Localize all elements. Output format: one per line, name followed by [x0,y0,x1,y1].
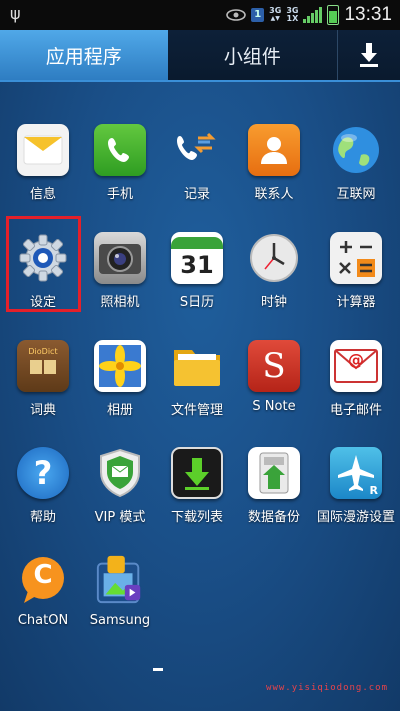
app-message[interactable]: 信息 [5,124,81,228]
icon-glyph: C [33,560,53,590]
app-label: 计算器 [336,295,376,310]
app-snote[interactable]: S S Note [236,340,312,444]
network-3g-indicator: 3G ▲▼ [269,6,282,23]
app-label: 联系人 [254,187,294,202]
network-1x-indicator: 3G 1X [286,6,299,23]
globe-icon [330,124,382,176]
usb-icon: ψ [10,4,21,23]
clock-time: 13:31 [344,4,392,25]
app-label: S日历 [179,295,215,310]
app-label: 记录 [183,187,210,202]
calendar-icon: 31 [171,232,223,284]
icon-glyph: R [369,484,378,497]
signal-icon [303,7,323,23]
app-camera[interactable]: 照相机 [82,232,158,336]
app-label: 文件管理 [170,403,223,418]
app-calculator[interactable]: 计算器 [318,232,394,336]
app-label: 信息 [29,187,56,202]
app-label: 照相机 [100,295,140,310]
app-label: 数据备份 [247,510,300,525]
app-label: 国际漫游设置 [317,510,396,525]
icon-glyph: 31 [180,251,214,279]
backup-icon [248,447,300,499]
icon-glyph: S [262,346,286,386]
icon-glyph: DioDict [28,346,58,356]
app-email[interactable]: @ 电子邮件 [318,340,394,444]
calculator-icon [330,232,382,284]
app-call-log[interactable]: 记录 [159,124,235,228]
gallery-icon [94,340,146,392]
app-contacts[interactable]: 联系人 [236,124,312,228]
snote-icon: S [248,340,300,392]
download-button[interactable] [338,30,400,80]
chaton-icon: C [17,554,69,606]
app-label: 手机 [106,187,133,202]
app-label: ChatON [17,613,69,628]
folder-icon [171,340,223,392]
app-clock[interactable]: 时钟 [236,232,312,336]
download-list-icon [171,447,223,499]
email-icon: @ [330,340,382,392]
app-label: 互联网 [336,187,376,202]
app-backup[interactable]: 数据备份 [236,447,312,551]
app-label: 下载列表 [170,510,223,525]
app-gallery[interactable]: 相册 [82,340,158,444]
samsung-apps-icon [94,554,146,606]
sim-badge: 1 [251,8,265,22]
eye-icon [226,9,247,21]
tab-bar: 应用程序 小组件 [0,30,400,82]
tab-apps[interactable]: 应用程序 [0,30,168,80]
battery-icon [327,5,340,25]
download-icon [360,43,379,67]
watermark: www.yisiqiodong.com [266,683,388,693]
app-calendar[interactable]: 31 S日历 [159,232,235,336]
app-vip-shield[interactable]: VIP 模式 [82,447,158,551]
message-icon [17,124,69,176]
app-label: 词典 [29,403,56,418]
app-roaming-plane[interactable]: R 国际漫游设置 [317,447,396,551]
app-globe[interactable]: 互联网 [318,124,394,228]
app-label: VIP 模式 [94,510,146,525]
roaming-plane-icon: R [330,447,382,499]
icon-glyph: @ [348,350,364,369]
app-label: 相册 [106,403,133,418]
app-help[interactable]: ? 帮助 [5,447,81,551]
app-dictionary[interactable]: DioDict 词典 [5,340,81,444]
settings-highlight-box [6,216,81,312]
app-chaton[interactable]: C ChatON [5,554,81,658]
app-label: 电子邮件 [329,403,382,418]
tab-widgets[interactable]: 小组件 [168,30,339,80]
app-phone[interactable]: 手机 [82,124,158,228]
app-label: 帮助 [29,510,56,525]
icon-glyph: ? [33,454,53,492]
app-label: 时钟 [260,295,287,310]
app-folder[interactable]: 文件管理 [159,340,235,444]
app-label: Samsung [89,613,151,628]
app-download-list[interactable]: 下载列表 [159,447,235,551]
dictionary-icon: DioDict [17,340,69,392]
camera-icon [94,232,146,284]
clock-icon [248,232,300,284]
app-label: S Note [252,399,296,414]
vip-shield-icon [94,447,146,499]
help-icon: ? [17,447,69,499]
app-samsung-apps[interactable]: Samsung [82,554,158,658]
phone-icon [94,124,146,176]
status-bar: ψ 1 3G ▲▼ 3G 1X 13:31 [0,0,400,30]
call-log-icon [171,124,223,176]
page-indicator [153,668,163,671]
contacts-icon [248,124,300,176]
